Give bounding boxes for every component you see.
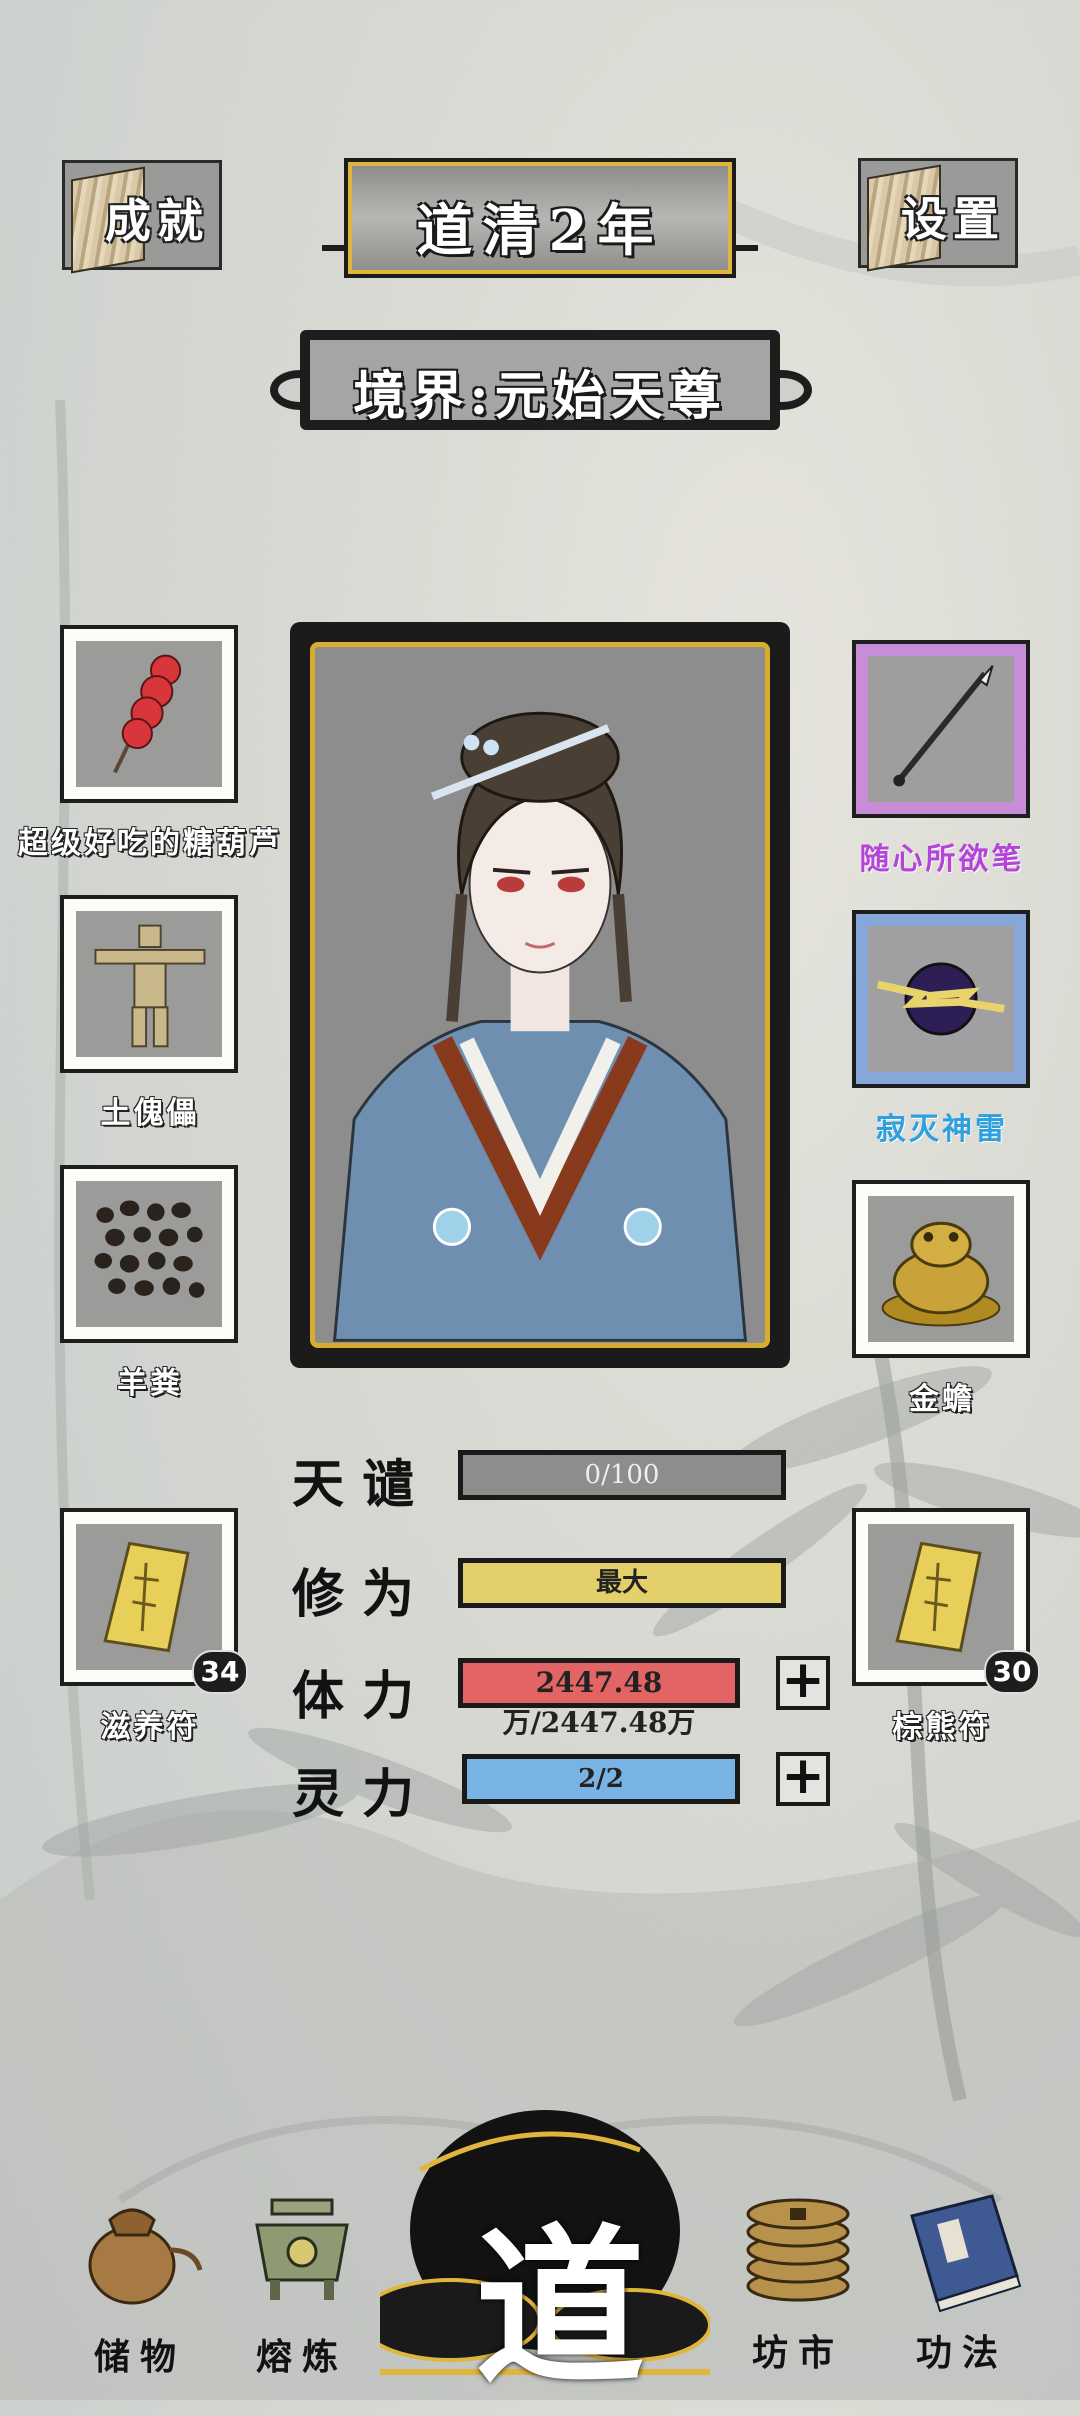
nav-skills-label: 功法 (915, 2332, 1008, 2374)
character-portrait-frame[interactable] (290, 622, 790, 1368)
nav-smelt[interactable]: 熔炼 (232, 2180, 372, 2380)
item-slot-earth-puppet[interactable] (60, 895, 238, 1073)
coin-stack-icon (746, 2198, 850, 2302)
item-slot-bear-talisman[interactable]: 30 (852, 1508, 1040, 1694)
year-title: 道清2年 (416, 198, 664, 264)
item-slot-sheep-dung[interactable] (60, 1165, 238, 1343)
bear-talisman-icon (895, 1541, 982, 1653)
item-slot-thunder-orb[interactable] (852, 910, 1030, 1088)
earth-puppet-icon (94, 924, 206, 1048)
item-slot-brush[interactable] (852, 640, 1030, 818)
nav-skills[interactable]: 功法 (892, 2176, 1032, 2376)
year-plaque: 道清2年 (348, 162, 732, 274)
nourish-talisman-icon (103, 1541, 190, 1653)
nav-smelt-label: 熔炼 (255, 2336, 348, 2378)
dao-character: 道 (475, 2208, 646, 2408)
item-count-badge: 30 (984, 1650, 1040, 1694)
cauldron-icon (255, 2198, 349, 2300)
cultivator-portrait (315, 649, 765, 1342)
achievements-label: 成就 (105, 194, 209, 248)
nav-storage[interactable]: 储物 (70, 2180, 210, 2380)
item-slot-nourish-talisman[interactable]: 34 (60, 1508, 248, 1694)
golden-toad-icon (881, 1221, 1001, 1327)
stat-label-tribulation: 天谴 (292, 1454, 433, 1515)
add-stamina-button[interactable]: + (776, 1654, 830, 1710)
item-label: 金蟾 (909, 1382, 975, 1417)
item-label: 滋养符 (100, 1710, 200, 1745)
add-spirit-button[interactable]: + (776, 1750, 830, 1806)
item-count-badge: 34 (192, 1650, 248, 1694)
nav-storage-label: 储物 (93, 2336, 186, 2378)
achievements-button[interactable]: 成就 (62, 160, 222, 274)
item-slot-candied-haws[interactable] (60, 625, 238, 803)
brush-icon (893, 665, 994, 787)
stat-label-stamina: 体力 (292, 1666, 433, 1727)
item-label: 土傀儡 (100, 1096, 200, 1131)
thunder-orb-icon (876, 962, 1005, 1036)
nav-market[interactable]: 坊市 (728, 2176, 868, 2376)
stamina-bar: 2447.48万/2447.48万 (458, 1658, 740, 1739)
nav-market-label: 坊市 (751, 2332, 844, 2374)
realm-plaque: 境界:元始天尊 (300, 330, 780, 430)
tribulation-bar: 0/100 (458, 1450, 786, 1500)
sheep-dung-icon (94, 1200, 205, 1298)
settings-label: 设置 (901, 192, 1005, 246)
item-slot-golden-toad[interactable] (852, 1180, 1030, 1358)
book-icon (910, 2194, 1022, 2313)
stat-label-spirit: 灵力 (292, 1764, 433, 1825)
item-label: 羊粪 (117, 1366, 183, 1401)
cultivation-bar: 最大 (458, 1558, 786, 1608)
stat-label-cultivation: 修为 (292, 1564, 433, 1625)
realm-title: 境界:元始天尊 (353, 366, 727, 427)
item-label: 随心所欲笔 (859, 842, 1025, 877)
candied-haws-icon (113, 654, 182, 774)
pouch-icon (88, 2208, 203, 2305)
item-label: 棕熊符 (892, 1710, 992, 1745)
item-label: 寂灭神雷 (876, 1112, 1008, 1147)
dao-main-button[interactable]: 道 (358, 2110, 720, 2408)
spirit-bar: 2/2 (462, 1754, 740, 1804)
settings-button[interactable]: 设置 (858, 158, 1018, 272)
item-label: 超级好吃的糖葫芦 (18, 826, 282, 861)
